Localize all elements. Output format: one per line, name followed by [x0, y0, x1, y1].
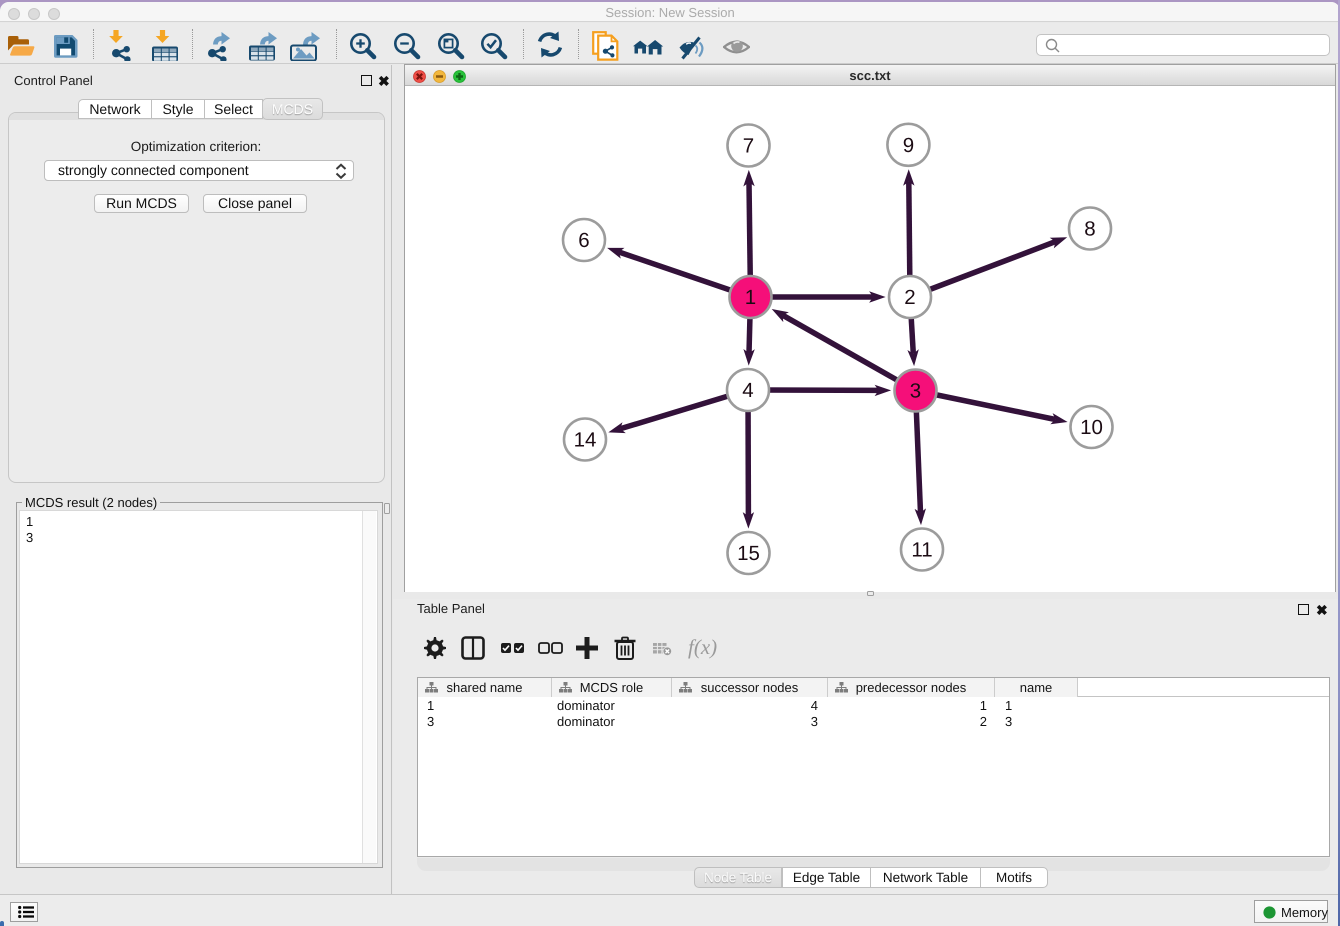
- svg-text:1: 1: [745, 286, 756, 309]
- svg-text:4: 4: [742, 379, 753, 402]
- svg-text:11: 11: [911, 539, 932, 562]
- svg-text:14: 14: [574, 429, 597, 452]
- svg-text:3: 3: [910, 380, 921, 403]
- svg-text:9: 9: [903, 134, 914, 157]
- svg-text:15: 15: [737, 542, 760, 565]
- svg-text:7: 7: [743, 135, 754, 158]
- svg-text:6: 6: [578, 229, 589, 252]
- svg-text:2: 2: [904, 286, 915, 309]
- svg-text:8: 8: [1084, 218, 1095, 241]
- svg-text:10: 10: [1080, 416, 1103, 439]
